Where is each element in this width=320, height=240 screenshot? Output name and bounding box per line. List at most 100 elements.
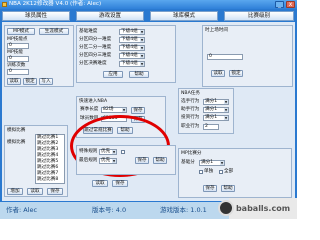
close-button[interactable]: x bbox=[286, 1, 295, 8]
pro-behavior-field[interactable]: 2 bbox=[203, 124, 219, 130]
special-rule-select[interactable]: 优先 ▼ bbox=[99, 149, 117, 155]
task-label-2: 助手行为 bbox=[181, 107, 200, 112]
tab-team-mode[interactable]: 球库模式 bbox=[150, 11, 218, 21]
season-save-button[interactable]: 保存 bbox=[131, 107, 145, 114]
lock-button[interactable]: 锁定 bbox=[23, 78, 37, 85]
chevron-down-icon: ▼ bbox=[224, 108, 228, 112]
task-select-3[interactable]: 满分1 ▼ bbox=[203, 115, 229, 121]
mp-points-field[interactable]: 0 bbox=[7, 43, 29, 49]
special-rule-label: 特殊规则 bbox=[79, 149, 98, 154]
main-panel: MP模式 生涯模式 MP技能点 0 MP技能 0 训练次数 0 读取 锁定 写入… bbox=[2, 22, 295, 201]
tab-bar: 球员属性 游戏设置 球库模式 比赛级别 bbox=[2, 11, 295, 21]
base-score-select[interactable]: 满分1 ▼ bbox=[199, 160, 225, 166]
read-button[interactable]: 读取 bbox=[7, 78, 21, 85]
mp-skill-field[interactable]: 0 bbox=[7, 56, 29, 62]
app-icon bbox=[2, 2, 7, 7]
single-label: 单独 bbox=[204, 169, 214, 174]
score-help-button[interactable]: 帮助 bbox=[221, 185, 235, 192]
fast-nba-panel: 快速进入NBA 赛季长度 82场 ▼ 保存 球员数目 65535 保存 跳过常规比… bbox=[76, 96, 166, 138]
bottom-read-button[interactable]: 读取 bbox=[92, 180, 108, 187]
single-checkbox[interactable] bbox=[199, 170, 203, 174]
base-score-label: 基础分 bbox=[181, 160, 195, 165]
chevron-down-icon: ▼ bbox=[224, 116, 228, 120]
base-score-value: 满分1 bbox=[201, 160, 214, 165]
tab-game-settings[interactable]: 游戏设置 bbox=[76, 11, 144, 21]
difficulty-select-5[interactable]: 下级4组 ▼ bbox=[119, 61, 145, 67]
difficulty-panel: 基础难度 下级4组 ▼ 分区四分一难度 下级4组 ▼ 分区二分一难度 下级4组 ▼ 分… bbox=[76, 25, 176, 83]
all-checkbox[interactable] bbox=[219, 170, 223, 174]
help-button[interactable]: 帮助 bbox=[129, 71, 149, 78]
difficulty-select-2[interactable]: 下级4组 ▼ bbox=[119, 37, 145, 43]
sim-games-list[interactable]: 跳过比赛1 跳过比赛2 跳过比赛3 跳过比赛4 跳过比赛5 跳过比赛6 跳过比赛… bbox=[35, 134, 65, 184]
sim-read-button[interactable]: 读取 bbox=[27, 188, 43, 195]
tab-match-level[interactable]: 比赛级别 bbox=[224, 11, 294, 21]
train-count-field[interactable]: 0 bbox=[7, 69, 29, 75]
tab-player-attributes[interactable]: 球员属性 bbox=[2, 11, 70, 21]
mp-points-value: 0 bbox=[9, 43, 12, 48]
season-length-select[interactable]: 82场 ▼ bbox=[101, 107, 127, 113]
season-length-label: 赛季长度 bbox=[80, 107, 99, 112]
player-count-field[interactable]: 65535 bbox=[101, 116, 127, 122]
chevron-down-icon: ▼ bbox=[224, 100, 228, 104]
mp-score-title: MP比赛分 bbox=[181, 151, 202, 156]
difficulty-value-2: 下级4组 bbox=[121, 37, 138, 42]
time-field[interactable]: 0 bbox=[207, 54, 243, 60]
task-select-2[interactable]: 满分1 ▼ bbox=[203, 107, 229, 113]
basketball-icon bbox=[218, 200, 234, 216]
skip-regular-season-button[interactable]: 跳过常规比赛 bbox=[83, 127, 113, 134]
task-value-1: 满分1 bbox=[205, 99, 218, 104]
apply-button[interactable]: 应用 bbox=[103, 71, 123, 78]
time-label: 时上场时间 bbox=[205, 28, 228, 33]
fast-help-button[interactable]: 帮助 bbox=[117, 127, 133, 134]
game-version-text: 游戏版本: 1.0.1 bbox=[160, 206, 207, 214]
chevron-down-icon: ▼ bbox=[112, 150, 116, 154]
pro-behavior-label: 职业行为 bbox=[181, 124, 200, 129]
sim-games-title: 模拟比赛 bbox=[7, 128, 26, 133]
nba-tasks-panel: NBA任务 选手行为 满分1 ▼ 助手行为 满分1 ▼ 投资行为 满分1 ▼ 职业行为… bbox=[178, 88, 234, 134]
rules-panel: 特殊规则 优先 ▼ 最后规则 优先 ▼ 保存 帮助 bbox=[76, 145, 176, 175]
sim-games-panel: 模拟比赛 模拟比赛 跳过比赛1 跳过比赛2 跳过比赛3 跳过比赛4 跳过比赛5 … bbox=[4, 125, 68, 197]
time-read-button[interactable]: 读取 bbox=[211, 70, 225, 77]
mp-mode-button[interactable]: MP模式 bbox=[7, 28, 35, 35]
watermark-text: baballs.com bbox=[235, 204, 291, 213]
time-lock-button[interactable]: 锁定 bbox=[229, 70, 243, 77]
player-count-save-button[interactable]: 保存 bbox=[131, 116, 145, 123]
special-rule-value: 优先 bbox=[101, 149, 111, 154]
final-rule-label: 最后规则 bbox=[79, 158, 98, 163]
rules-save-button[interactable]: 保存 bbox=[135, 157, 149, 164]
write-button[interactable]: 写入 bbox=[39, 78, 53, 85]
difficulty-label-3: 分区二分一难度 bbox=[79, 45, 112, 50]
title-bar: NBA 2K12修改器 V4.0 (作者: Alec) _ x bbox=[0, 0, 297, 9]
difficulty-label-2: 分区四分一难度 bbox=[79, 37, 112, 42]
score-save-button[interactable]: 保存 bbox=[203, 185, 217, 192]
difficulty-value-5: 下级4组 bbox=[121, 61, 138, 66]
rules-help-button[interactable]: 帮助 bbox=[153, 157, 167, 164]
difficulty-select-1[interactable]: 下级4组 ▼ bbox=[119, 29, 145, 35]
difficulty-select-4[interactable]: 下级4组 ▼ bbox=[119, 53, 145, 59]
difficulty-label-5: 分区决赛难度 bbox=[79, 61, 107, 66]
player-count-value: 65535 bbox=[103, 116, 118, 121]
sim-save-button[interactable]: 保存 bbox=[47, 188, 63, 195]
author-text: 作者: Alec bbox=[6, 206, 38, 214]
difficulty-select-3[interactable]: 下级4组 ▼ bbox=[119, 45, 145, 51]
chevron-down-icon: ▼ bbox=[140, 62, 144, 66]
special-rule-checkbox[interactable] bbox=[121, 150, 125, 154]
chevron-down-icon: ▼ bbox=[140, 54, 144, 58]
sim-games-label: 模拟比赛 bbox=[7, 140, 26, 145]
task-select-1[interactable]: 满分1 ▼ bbox=[203, 99, 229, 105]
difficulty-label-4: 分区四分三难度 bbox=[79, 53, 112, 58]
minimize-button[interactable]: _ bbox=[275, 1, 284, 8]
difficulty-value-4: 下级4组 bbox=[121, 53, 138, 58]
chevron-down-icon: ▼ bbox=[122, 108, 126, 112]
pro-behavior-value: 2 bbox=[205, 124, 208, 129]
watermark: baballs.com bbox=[218, 198, 297, 219]
time-value: 0 bbox=[209, 54, 212, 59]
player-count-label: 球员数目 bbox=[80, 116, 99, 121]
career-mode-button[interactable]: 生涯模式 bbox=[39, 28, 69, 35]
bottom-save-button[interactable]: 保存 bbox=[112, 180, 128, 187]
final-rule-select[interactable]: 优先 ▼ bbox=[99, 158, 117, 164]
time-panel: 时上场时间 0 读取 锁定 bbox=[202, 25, 293, 87]
list-item[interactable]: 跳过比赛8 bbox=[36, 177, 64, 183]
add-button[interactable]: 增加 bbox=[7, 188, 23, 195]
window-title: NBA 2K12修改器 V4.0 (作者: Alec) bbox=[9, 1, 102, 7]
